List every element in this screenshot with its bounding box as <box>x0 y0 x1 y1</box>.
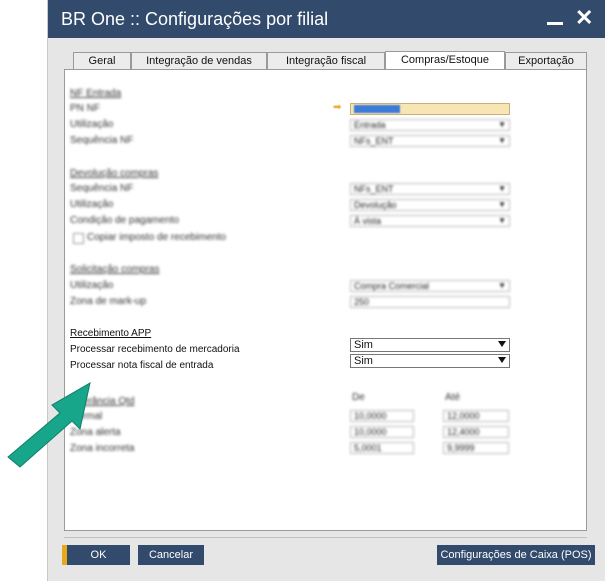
ok-button[interactable]: OK <box>62 545 130 565</box>
chevron-down-icon <box>498 341 506 347</box>
section-devolucao: Devolução compras <box>70 168 159 179</box>
processar-recebimento-label: Processar recebimento de mercadoria <box>70 344 240 355</box>
selected-value: Sim <box>354 339 373 351</box>
tolerancia-de-field[interactable]: 5,0001 <box>350 442 414 454</box>
devolucao-sequencia-dropdown[interactable]: NFs_ENT <box>350 183 510 195</box>
tab-integracao-fiscal[interactable]: Integração fiscal <box>267 52 385 69</box>
settings-window: BR One :: Configurações por filial ✕ Ger… <box>47 0 605 581</box>
field-label: Utilização <box>70 199 114 210</box>
tolerancia-ate-field[interactable]: 12,0000 <box>443 410 509 422</box>
col-de-header: De <box>352 392 365 403</box>
tab-geral[interactable]: Geral <box>73 52 131 69</box>
tolerancia-ate-field[interactable]: 9,9999 <box>443 442 509 454</box>
processar-nf-entrada-select[interactable]: Sim <box>350 354 510 368</box>
tolerancia-de-field[interactable]: 10,0000 <box>350 426 414 438</box>
processar-recebimento-select[interactable]: Sim <box>350 338 510 352</box>
field-label: PN NF <box>70 103 100 114</box>
field-label: Sequência NF <box>70 183 134 194</box>
cancel-button[interactable]: Cancelar <box>138 545 204 565</box>
zona-markup-field[interactable]: 250 <box>350 296 510 308</box>
tolerancia-de-field[interactable]: 10,0000 <box>350 410 414 422</box>
tab-exportacao[interactable]: Exportação <box>505 52 587 69</box>
tab-compras-estoque[interactable]: Compras/Estoque <box>385 51 505 70</box>
tolerancia-ate-field[interactable]: 12,4000 <box>443 426 509 438</box>
field-label: Zona de mark-up <box>70 296 147 307</box>
devolucao-utilizacao-dropdown[interactable]: Devolução <box>350 199 510 211</box>
selected-value: Sim <box>354 355 373 367</box>
tab-integracao-vendas[interactable]: Integração de vendas <box>131 52 267 69</box>
link-arrow-icon[interactable]: ➡ <box>333 102 341 113</box>
window-title: BR One :: Configurações por filial <box>61 9 329 29</box>
annotation-arrow-icon <box>7 382 91 468</box>
field-label: Utilização <box>70 119 114 130</box>
condicao-pagamento-dropdown[interactable]: À vista <box>350 215 510 227</box>
title-bar: BR One :: Configurações por filial ✕ <box>48 0 605 38</box>
solicitacao-utilizacao-dropdown[interactable]: Compra Comercial <box>350 280 510 292</box>
utilizacao-dropdown[interactable]: Entrada <box>350 119 510 131</box>
close-icon[interactable]: ✕ <box>575 5 593 31</box>
copiar-imposto-checkbox[interactable] <box>73 233 84 244</box>
field-label: Utilização <box>70 280 114 291</box>
footer-divider <box>64 537 587 538</box>
chevron-down-icon <box>498 357 506 363</box>
section-solicitacao: Solicitação compras <box>70 264 160 275</box>
sequencia-nf-dropdown[interactable]: NFs_ENT <box>350 135 510 147</box>
pn-nf-field[interactable] <box>350 103 510 115</box>
section-nf-entrada: NF Entrada <box>70 88 122 99</box>
minimize-icon[interactable] <box>546 10 564 28</box>
field-label: Condição de pagamento <box>70 215 179 226</box>
col-ate-header: Até <box>445 392 461 403</box>
checkbox-label: Copiar imposto de recebimento <box>87 232 226 243</box>
pos-settings-button[interactable]: Configurações de Caixa (POS) <box>437 545 595 565</box>
field-label: Sequência NF <box>70 135 134 146</box>
section-recebimento-app: Recebimento APP <box>70 328 152 339</box>
